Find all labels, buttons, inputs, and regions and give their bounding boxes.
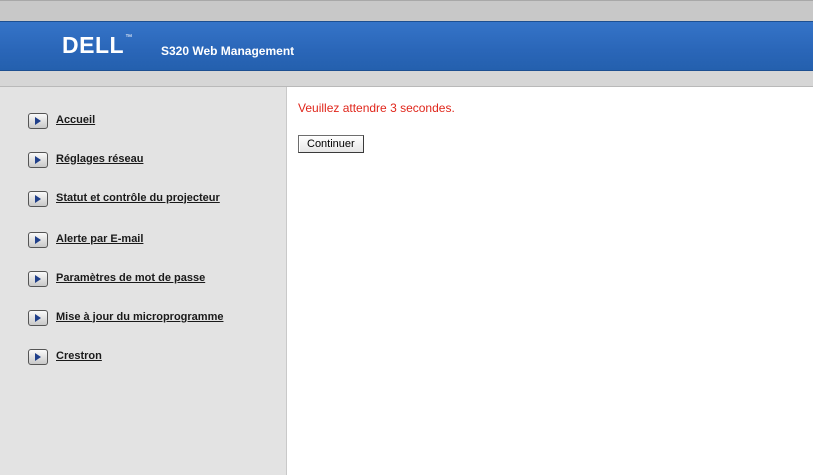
arrow-right-icon[interactable] [28, 191, 48, 207]
dell-logo: DELL ™ [62, 32, 132, 58]
continue-button[interactable]: Continuer [298, 135, 364, 153]
sidebar-item-reglages-reseau[interactable]: Réglages réseau [28, 149, 143, 168]
sidebar-link-crestron[interactable]: Crestron [56, 349, 102, 363]
sidebar-item-statut-controle[interactable]: Statut et contrôle du projecteur [28, 188, 220, 207]
dell-logo-trademark: ™ [125, 34, 133, 41]
header-bar: DELL ™ S320 Web Management [0, 21, 813, 71]
sidebar-nav: Accueil Réglages réseau Statut et contrô… [0, 87, 287, 475]
arrow-right-icon[interactable] [28, 152, 48, 168]
sidebar-item-mot-de-passe[interactable]: Paramètres de mot de passe [28, 268, 205, 287]
sidebar-link-reglages-reseau[interactable]: Réglages réseau [56, 152, 143, 166]
sidebar-link-accueil[interactable]: Accueil [56, 113, 95, 127]
sidebar-item-accueil[interactable]: Accueil [28, 110, 95, 129]
arrow-right-icon[interactable] [28, 349, 48, 365]
arrow-right-icon[interactable] [28, 113, 48, 129]
page: DELL ™ S320 Web Management Accueil Régla… [0, 0, 813, 475]
sidebar-item-microprogramme[interactable]: Mise à jour du microprogramme [28, 307, 223, 326]
sidebar-item-crestron[interactable]: Crestron [28, 346, 102, 365]
sidebar-link-statut-controle[interactable]: Statut et contrôle du projecteur [56, 191, 220, 205]
sub-header-strip [0, 71, 813, 87]
wait-message: Veuillez attendre 3 secondes. [298, 101, 455, 115]
arrow-right-icon[interactable] [28, 271, 48, 287]
top-strip [0, 0, 813, 21]
main-content: Veuillez attendre 3 secondes. Continuer [287, 87, 813, 475]
dell-logo-text: DELL [62, 32, 125, 58]
sidebar-item-alerte-email[interactable]: Alerte par E-mail [28, 229, 143, 248]
sidebar-link-mot-de-passe[interactable]: Paramètres de mot de passe [56, 271, 205, 285]
sidebar-link-microprogramme[interactable]: Mise à jour du microprogramme [56, 310, 223, 324]
sidebar-link-alerte-email[interactable]: Alerte par E-mail [56, 232, 143, 246]
arrow-right-icon[interactable] [28, 232, 48, 248]
arrow-right-icon[interactable] [28, 310, 48, 326]
product-title: S320 Web Management [161, 44, 295, 58]
